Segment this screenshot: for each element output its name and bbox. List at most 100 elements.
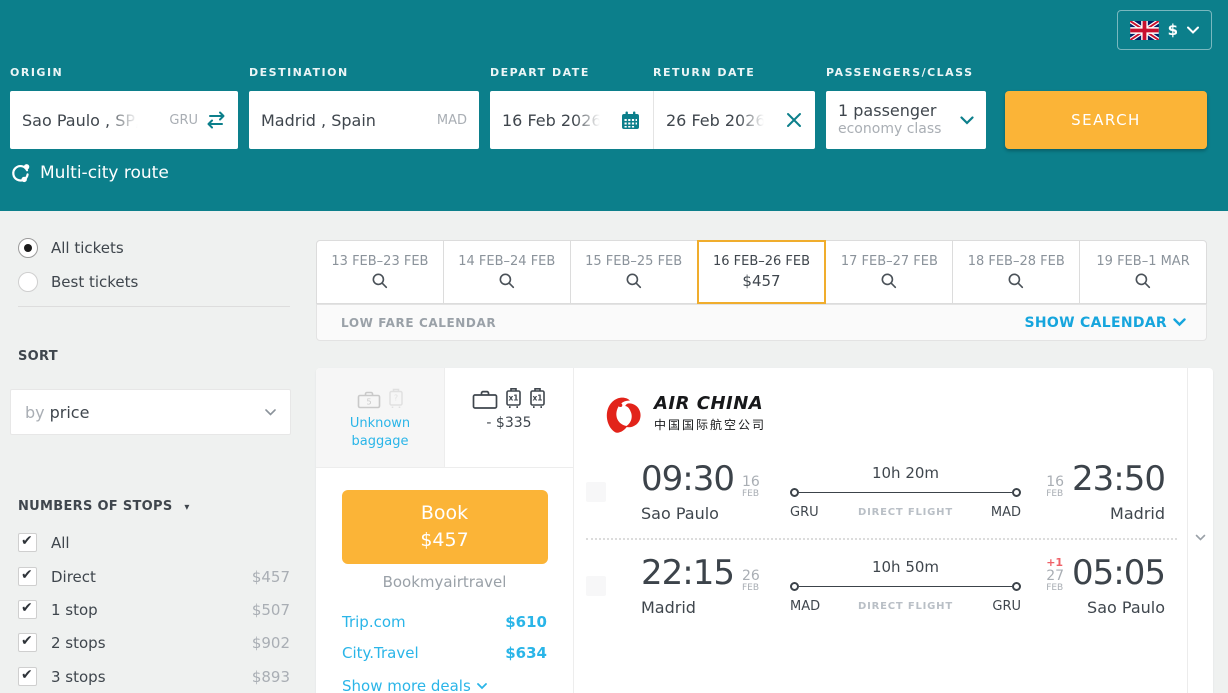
checkbox-checked-icon[interactable]: [18, 600, 37, 619]
expand-card-strip[interactable]: [1187, 368, 1213, 693]
depart-date-field[interactable]: 16 Feb 2026: [490, 91, 653, 149]
passengers-label: PASSENGERS/CLASS: [826, 66, 974, 79]
deal-name: City.Travel: [342, 644, 419, 662]
from-airport-code: GRU: [790, 505, 819, 520]
results-main: 13 FEB–23 FEB 14 FEB–24 FEB 15 FEB–25 FE…: [316, 211, 1213, 693]
baggage-tab-included[interactable]: x1 x1 - $335: [445, 368, 573, 468]
date-tab-label: 16 FEB–26 FEB: [712, 254, 811, 269]
return-leg[interactable]: 22:15 26 FEB Madrid 10h 50m MAD DIRECT F…: [574, 540, 1187, 632]
stops-filter-direct[interactable]: Direct $457: [18, 567, 290, 586]
stops-2stops-label: 2 stops: [51, 633, 106, 652]
stops-direct-price: $457: [251, 567, 290, 586]
stops-filter-3stops[interactable]: 3 stops $893: [18, 667, 290, 686]
deal-citytravel[interactable]: City.Travel $634: [342, 644, 547, 662]
departure-month: FEB: [741, 582, 760, 593]
multi-city-icon: [10, 162, 31, 183]
date-tab-label: 19 FEB–1 MAR: [1096, 254, 1190, 269]
radio-unselected-icon[interactable]: [18, 272, 38, 292]
arrival-day: 27: [1046, 567, 1065, 584]
deal-price: $634: [505, 644, 547, 662]
checkbox-checked-icon[interactable]: [18, 533, 37, 552]
sort-heading: SORT: [18, 349, 58, 364]
arrival-city: Sao Paulo: [1087, 597, 1165, 617]
search-icon: [498, 272, 516, 290]
sort-select[interactable]: by price: [10, 389, 291, 435]
stops-heading[interactable]: NUMBERS OF STOPS ▾: [18, 499, 190, 514]
multi-city-route-link[interactable]: Multi-city route: [10, 162, 169, 183]
date-tab-14feb[interactable]: 14 FEB–24 FEB: [442, 240, 571, 304]
currency-selector[interactable]: $: [1116, 10, 1212, 50]
destination-value: Madrid , Spain: [261, 110, 376, 130]
flight-search-form: ORIGIN Sao Paulo , SP, B GRU DESTINATION…: [10, 66, 1207, 149]
stops-filter-2stops[interactable]: 2 stops $902: [18, 633, 290, 652]
book-button[interactable]: Book $457: [341, 490, 548, 564]
origin-airport-code: GRU: [169, 112, 198, 128]
date-tab-15feb[interactable]: 15 FEB–25 FEB: [569, 240, 698, 304]
departure-month: FEB: [741, 488, 760, 499]
swap-icon[interactable]: [206, 111, 226, 129]
origin-field[interactable]: Sao Paulo , SP, B GRU: [10, 91, 238, 149]
arrival-day: 16: [1046, 473, 1065, 490]
book-button-label: Book: [420, 502, 469, 524]
departure-day: 16: [741, 473, 760, 490]
filter-all-tickets[interactable]: All tickets: [18, 238, 124, 258]
book-button-price: $457: [420, 529, 469, 551]
airline-logo: AIR CHINA 中国国际航空公司: [602, 390, 1187, 436]
stops-2stops-price: $902: [251, 633, 290, 652]
multi-city-label: Multi-city route: [40, 162, 169, 183]
briefcase-icon: [472, 390, 498, 409]
stops-heading-label: NUMBERS OF STOPS: [18, 499, 173, 514]
suitcase-icon: ?: [388, 387, 404, 409]
arrival-time: 05:05: [1072, 552, 1166, 593]
uk-flag-icon: [1129, 20, 1159, 40]
suitcase-x1-icon: x1: [529, 386, 546, 409]
agency-name: Bookmyairtravel: [382, 573, 507, 591]
show-calendar-label: SHOW CALENDAR: [1024, 314, 1167, 331]
passengers-field[interactable]: 1 passenger economy class: [826, 91, 986, 149]
low-fare-calendar-bar: LOW FARE CALENDAR SHOW CALENDAR: [316, 304, 1207, 341]
currency-symbol: $: [1167, 21, 1178, 39]
results-area: All tickets Best tickets SORT by price N…: [0, 211, 1228, 693]
checkbox-checked-icon[interactable]: [18, 633, 37, 652]
deal-name: Trip.com: [342, 613, 406, 631]
checkbox-checked-icon[interactable]: [18, 667, 37, 686]
date-tab-13feb[interactable]: 13 FEB–23 FEB: [316, 240, 444, 304]
search-button[interactable]: SEARCH: [1005, 91, 1207, 149]
show-calendar-link[interactable]: SHOW CALENDAR: [1025, 315, 1186, 331]
stops-1stop-price: $507: [251, 600, 290, 619]
date-tab-18feb[interactable]: 18 FEB–28 FEB: [952, 240, 1081, 304]
arrival-city: Madrid: [1110, 503, 1165, 523]
date-tab-label: 13 FEB–23 FEB: [331, 254, 429, 269]
destination-field[interactable]: Madrid , Spain MAD: [249, 91, 479, 149]
date-tab-label: 15 FEB–25 FEB: [585, 254, 683, 269]
route-line: [790, 488, 1021, 497]
date-tab-16feb-selected[interactable]: 16 FEB–26 FEB $457: [696, 240, 827, 304]
checkbox-checked-icon[interactable]: [18, 567, 37, 586]
baggage-tab-unknown[interactable]: 5 ? Unknown baggage: [316, 368, 445, 468]
calendar-icon[interactable]: [620, 110, 641, 131]
suitcase-x1-icon: x1: [505, 386, 522, 409]
svg-text:5: 5: [366, 398, 371, 407]
plus-days-badge: [742, 463, 760, 475]
departure-time: 09:30: [641, 458, 735, 499]
low-fare-calendar-label: LOW FARE CALENDAR: [341, 315, 497, 330]
return-date-label: RETURN DATE: [653, 66, 756, 79]
radio-selected-icon[interactable]: [18, 238, 38, 258]
search-header: $ ORIGIN Sao Paulo , SP, B GRU DESTINATI…: [0, 0, 1228, 211]
outbound-leg[interactable]: 09:30 16 FEB Sao Paulo 10h 20m GRU DIREC…: [574, 446, 1187, 538]
filter-best-tickets[interactable]: Best tickets: [18, 272, 138, 292]
search-icon: [625, 272, 643, 290]
filter-all-tickets-label: All tickets: [51, 239, 124, 257]
return-date-field[interactable]: 26 Feb 2026: [653, 91, 815, 149]
arrival-month: FEB: [1046, 488, 1064, 499]
date-tab-17feb[interactable]: 17 FEB–27 FEB: [825, 240, 954, 304]
passenger-count: 1 passenger: [838, 101, 937, 121]
clear-return-date-icon[interactable]: [785, 111, 803, 129]
stops-filter-all[interactable]: All: [18, 533, 290, 552]
departure-day: 26: [741, 567, 760, 584]
date-tab-19feb[interactable]: 19 FEB–1 MAR: [1079, 240, 1208, 304]
stops-filter-1stop[interactable]: 1 stop $507: [18, 600, 290, 619]
show-more-deals-link[interactable]: Show more deals: [342, 677, 547, 693]
deal-tripcom[interactable]: Trip.com $610: [342, 613, 547, 631]
return-date-value: 26 Feb 2026: [666, 110, 766, 130]
